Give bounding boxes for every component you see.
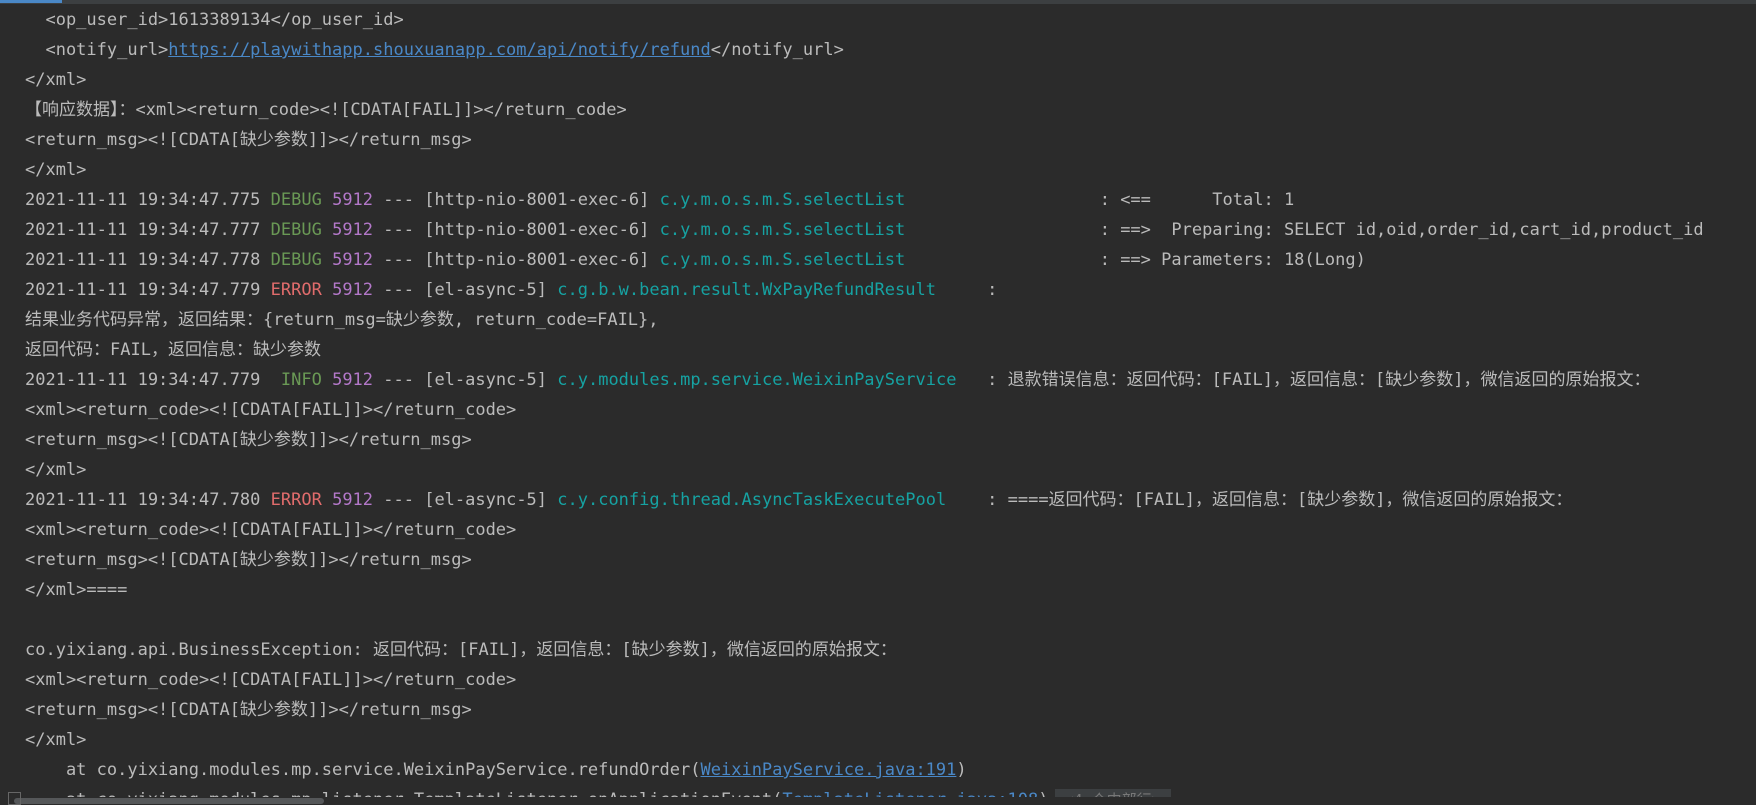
console-text: <return_msg><![CDATA[缺少参数]]></return_msg… — [25, 550, 472, 570]
log-timestamp: 2021-11-11 19:34:47.779 — [25, 280, 271, 300]
console-text: --- [el-async-5] — [373, 370, 558, 390]
log-pid: 5912 — [332, 370, 374, 390]
log-pid: 5912 — [332, 280, 374, 300]
log-pid: 5912 — [332, 250, 374, 270]
console-text: --- [http-nio-8001-exec-6] — [373, 190, 660, 210]
log-level: DEBUG — [270, 250, 322, 270]
console-line: </xml> — [0, 65, 1756, 95]
console-text: : <== Total: 1 — [1089, 190, 1295, 210]
console-text: </xml> — [25, 730, 87, 750]
console-text: <xml><return_code><![CDATA[FAIL]]></retu… — [25, 520, 517, 540]
console-text: <notify_url> — [25, 40, 169, 60]
horizontal-scrollbar[interactable] — [0, 797, 1756, 805]
log-pid: 5912 — [332, 490, 374, 510]
console-line: <xml><return_code><![CDATA[FAIL]]></retu… — [0, 515, 1756, 545]
console-line: 2021-11-11 19:34:47.775 DEBUG 5912 --- [… — [0, 185, 1756, 215]
log-pid: 5912 — [332, 190, 374, 210]
console-text: 结果业务代码异常，返回结果：{return_msg=缺少参数, return_c… — [25, 310, 659, 330]
console-top-toolbar — [0, 0, 1756, 4]
console-line: 结果业务代码异常，返回结果：{return_msg=缺少参数, return_c… — [0, 305, 1756, 335]
console-line: </xml> — [0, 455, 1756, 485]
console-line: <return_msg><![CDATA[缺少参数]]></return_msg… — [0, 695, 1756, 725]
log-pid: 5912 — [332, 220, 374, 240]
console-link[interactable]: https://playwithapp.shouxuanapp.com/api/… — [168, 40, 710, 60]
console-text: </notify_url> — [710, 40, 844, 60]
console-text: </xml> — [25, 460, 87, 480]
console-line: </xml> — [0, 725, 1756, 755]
console-text: : ==> Preparing: SELECT id,oid,order_id,… — [1089, 220, 1704, 240]
log-timestamp: 2021-11-11 19:34:47.778 — [25, 250, 271, 270]
log-timestamp: 2021-11-11 19:34:47.775 — [25, 190, 271, 210]
horizontal-scrollbar-thumb[interactable] — [14, 798, 324, 804]
console-line: 2021-11-11 19:34:47.777 DEBUG 5912 --- [… — [0, 215, 1756, 245]
console-text: co.yixiang.api.BusinessException: 返回代码：[… — [25, 640, 897, 660]
console-text: --- [http-nio-8001-exec-6] — [373, 250, 660, 270]
log-level: ERROR — [270, 490, 322, 510]
console-line: <xml><return_code><![CDATA[FAIL]]></retu… — [0, 395, 1756, 425]
run-console-output[interactable]: <op_user_id>1613389134</op_user_id> <not… — [0, 5, 1756, 805]
log-logger: c.y.m.o.s.m.S.selectList — [659, 190, 1090, 210]
console-line: </xml> — [0, 155, 1756, 185]
console-text: <return_msg><![CDATA[缺少参数]]></return_msg… — [25, 700, 472, 720]
console-line: at co.yixiang.modules.mp.service.WeixinP… — [0, 755, 1756, 785]
console-text: <op_user_id>1613389134</op_user_id> — [25, 10, 404, 30]
console-line: 【响应数据】：<xml><return_code><![CDATA[FAIL]]… — [0, 95, 1756, 125]
console-line: <xml><return_code><![CDATA[FAIL]]></retu… — [0, 665, 1756, 695]
console-text: --- [el-async-5] — [373, 280, 558, 300]
console-text: --- [http-nio-8001-exec-6] — [373, 220, 660, 240]
console-line: co.yixiang.api.BusinessException: 返回代码：[… — [0, 635, 1756, 665]
console-line: 2021-11-11 19:34:47.779 ERROR 5912 --- [… — [0, 275, 1756, 305]
console-line: 2021-11-11 19:34:47.780 ERROR 5912 --- [… — [0, 485, 1756, 515]
console-text: 返回代码：FAIL，返回信息：缺少参数 — [25, 340, 321, 360]
console-text: : 退款错误信息：返回代码：[FAIL]，返回信息：[缺少参数]，微信返回的原始… — [976, 370, 1651, 390]
log-timestamp: 2021-11-11 19:34:47.777 — [25, 220, 271, 240]
console-text: </xml> — [25, 160, 87, 180]
log-logger: c.y.config.thread.AsyncTaskExecutePool — [557, 490, 977, 510]
console-line: 2021-11-11 19:34:47.779 INFO 5912 --- [e… — [0, 365, 1756, 395]
console-line: <return_msg><![CDATA[缺少参数]]></return_msg… — [0, 125, 1756, 155]
console-line: <return_msg><![CDATA[缺少参数]]></return_msg… — [0, 545, 1756, 575]
log-logger: c.g.b.w.bean.result.WxPayRefundResult — [557, 280, 977, 300]
console-text: <xml><return_code><![CDATA[FAIL]]></retu… — [25, 400, 517, 420]
log-logger: c.y.m.o.s.m.S.selectList — [659, 220, 1090, 240]
console-text: <return_msg><![CDATA[缺少参数]]></return_msg… — [25, 430, 472, 450]
console-line: <notify_url>https://playwithapp.shouxuan… — [0, 35, 1756, 65]
log-level: ERROR — [270, 280, 322, 300]
log-level: INFO — [280, 370, 322, 390]
log-timestamp: 2021-11-11 19:34:47.779 — [25, 370, 281, 390]
console-text: at co.yixiang.modules.mp.service.WeixinP… — [25, 760, 701, 780]
console-line: </xml>==== — [0, 575, 1756, 605]
console-text: : — [976, 280, 998, 300]
log-timestamp: 2021-11-11 19:34:47.780 — [25, 490, 271, 510]
console-line: 返回代码：FAIL，返回信息：缺少参数 — [0, 335, 1756, 365]
console-text: : ====返回代码：[FAIL]，返回信息：[缺少参数]，微信返回的原始报文： — [976, 490, 1573, 510]
console-text: </xml>==== — [25, 580, 128, 600]
console-link[interactable]: WeixinPayService.java:191 — [701, 760, 957, 780]
console-text: --- [el-async-5] — [373, 490, 558, 510]
log-logger: c.y.modules.mp.service.WeixinPayService — [557, 370, 977, 390]
log-level: DEBUG — [270, 220, 322, 240]
console-line: 2021-11-11 19:34:47.778 DEBUG 5912 --- [… — [0, 245, 1756, 275]
active-tab-indicator — [0, 0, 62, 3]
console-text: ) — [956, 760, 967, 780]
console-text: 【响应数据】：<xml><return_code><![CDATA[FAIL]]… — [25, 100, 627, 120]
console-line: <return_msg><![CDATA[缺少参数]]></return_msg… — [0, 425, 1756, 455]
log-logger: c.y.m.o.s.m.S.selectList — [659, 250, 1090, 270]
console-text: <xml><return_code><![CDATA[FAIL]]></retu… — [25, 670, 517, 690]
fold-marker-icon[interactable] — [8, 792, 21, 805]
console-text: </xml> — [25, 70, 87, 90]
console-text: <return_msg><![CDATA[缺少参数]]></return_msg… — [25, 130, 472, 150]
log-level: DEBUG — [270, 190, 322, 210]
console-text: : ==> Parameters: 18(Long) — [1089, 250, 1366, 270]
console-line: <op_user_id>1613389134</op_user_id> — [0, 5, 1756, 35]
